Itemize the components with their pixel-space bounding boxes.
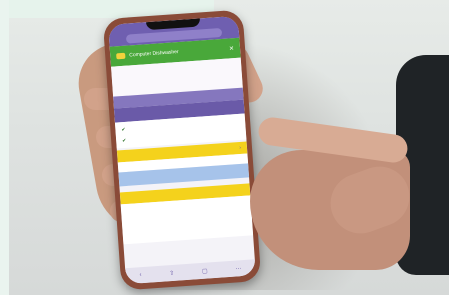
check-icon: ✔ bbox=[122, 137, 127, 145]
notice-line-1 bbox=[117, 63, 235, 71]
chevron-right-icon: › bbox=[239, 144, 242, 151]
menu-icon[interactable]: ⋯ bbox=[235, 265, 241, 272]
grid-cell[interactable]: ✔ bbox=[121, 122, 178, 133]
close-icon[interactable]: ✕ bbox=[229, 45, 234, 52]
share-icon[interactable]: ⇧ bbox=[169, 269, 174, 276]
grid-cell[interactable] bbox=[183, 129, 240, 140]
smartphone: Computer Dishwasher ✕ ✔ ✔ › ‹ ⇧ ▢ ⋯ bbox=[102, 9, 262, 291]
logo-icon bbox=[116, 52, 126, 60]
cell-value bbox=[182, 119, 239, 123]
grid-cell[interactable]: ✔ bbox=[122, 133, 179, 144]
cell-value bbox=[183, 130, 240, 134]
app-title: Computer Dishwasher bbox=[129, 49, 179, 59]
notice-line-2 bbox=[117, 65, 235, 73]
check-icon: ✔ bbox=[121, 126, 126, 134]
tabs-icon[interactable]: ▢ bbox=[202, 267, 208, 274]
phone-screen: Computer Dishwasher ✕ ✔ ✔ › ‹ ⇧ ▢ ⋯ bbox=[108, 15, 256, 285]
cell-label bbox=[183, 129, 240, 133]
content-area bbox=[120, 195, 254, 245]
browser-toolbar: ‹ ⇧ ▢ ⋯ bbox=[125, 259, 256, 285]
border-strip-left bbox=[0, 0, 9, 295]
back-icon[interactable]: ‹ bbox=[139, 272, 141, 278]
cell-label bbox=[182, 118, 239, 122]
grid-cell[interactable] bbox=[182, 118, 239, 129]
